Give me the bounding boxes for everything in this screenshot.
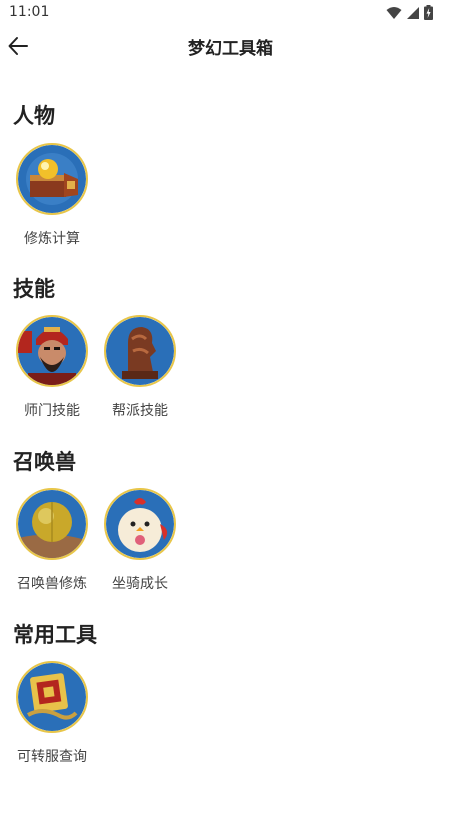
- tool-server-transfer-query[interactable]: 可转服查询: [7, 661, 97, 766]
- tool-label: 修炼计算: [24, 231, 80, 247]
- tool-cultivation-calc[interactable]: 修炼计算: [7, 143, 97, 248]
- page-title: 梦幻工具箱: [188, 39, 273, 59]
- stone-statue-icon: [104, 315, 176, 387]
- tool-summon-cultivation[interactable]: 召唤兽修炼: [7, 488, 97, 593]
- tool-mount-growth[interactable]: 坐骑成长: [95, 488, 185, 593]
- status-time: 11:01: [9, 4, 50, 20]
- section-title-character: 人物: [13, 104, 55, 128]
- section-title-common-tools: 常用工具: [13, 623, 97, 647]
- cellular-signal-icon: [407, 6, 419, 19]
- section-title-summons: 召唤兽: [13, 450, 76, 474]
- tool-sect-skills[interactable]: 师门技能: [7, 315, 97, 420]
- wifi-icon: [386, 6, 402, 19]
- tool-label: 帮派技能: [112, 403, 168, 419]
- golden-orb-icon: [16, 488, 88, 560]
- tool-label: 召唤兽修炼: [17, 576, 87, 592]
- tool-guild-skills[interactable]: 帮派技能: [95, 315, 185, 420]
- tool-label: 可转服查询: [17, 749, 87, 765]
- app-bar: 梦幻工具箱: [0, 26, 461, 66]
- seal-scroll-icon: [16, 661, 88, 733]
- section-title-skills: 技能: [13, 277, 55, 301]
- status-icons: [386, 5, 433, 20]
- tool-label: 坐骑成长: [112, 576, 168, 592]
- chicken-mount-icon: [104, 488, 176, 560]
- warrior-portrait-icon: [16, 315, 88, 387]
- tool-label: 师门技能: [24, 403, 80, 419]
- status-bar: 11:01: [0, 0, 461, 26]
- battery-charging-icon: [424, 5, 433, 20]
- cultivation-chest-icon: [16, 143, 88, 215]
